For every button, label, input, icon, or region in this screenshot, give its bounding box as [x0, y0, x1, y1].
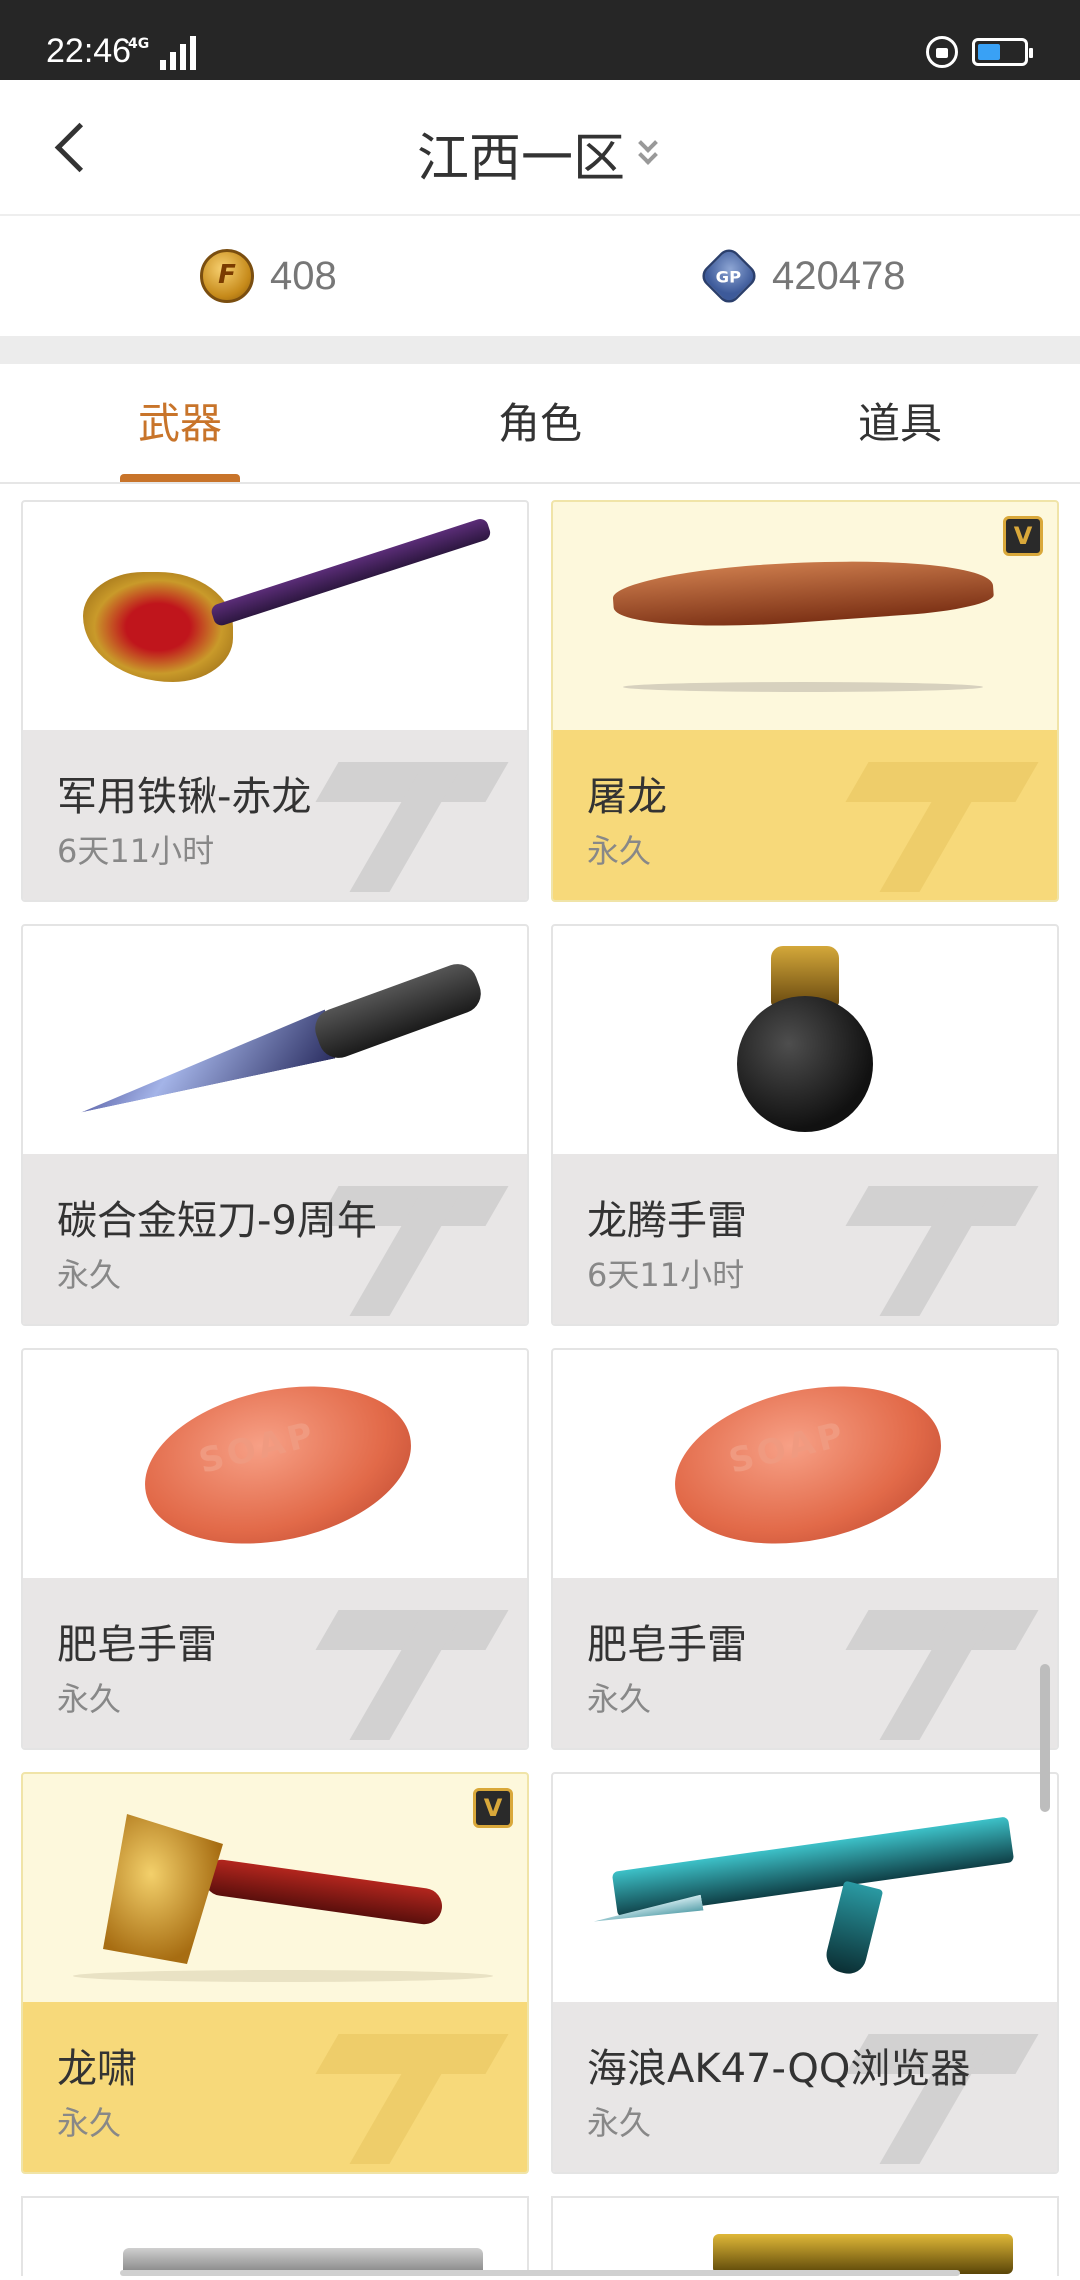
item-card[interactable]: SOAP 肥皂手雷 永久	[21, 1348, 529, 1750]
network-type: 4G	[128, 36, 150, 52]
gp-points-value: 420478	[772, 253, 906, 298]
item-card-partial[interactable]	[551, 2196, 1059, 2276]
nav-bar: 江西一区	[0, 80, 1080, 216]
server-selector[interactable]: 江西一区	[0, 116, 1080, 191]
item-image	[553, 502, 1057, 730]
item-card[interactable]: SOAP 肥皂手雷 永久	[551, 1348, 1059, 1750]
item-name: 龙腾手雷	[587, 1198, 747, 1244]
item-card[interactable]: 龙腾手雷 6天11小时	[551, 924, 1059, 1326]
item-card[interactable]: V 龙啸 永久	[21, 1772, 529, 2174]
scrollbar[interactable]	[1040, 1664, 1050, 1812]
item-image	[23, 926, 527, 1154]
item-image: SOAP	[553, 1350, 1057, 1578]
item-card[interactable]: 军用铁锹-赤龙 6天11小时	[21, 500, 529, 902]
item-image	[23, 1774, 527, 2002]
item-name: 军用铁锹-赤龙	[57, 774, 312, 820]
item-duration: 永久	[57, 1256, 122, 1294]
item-name: 肥皂手雷	[57, 1622, 217, 1668]
rotation-lock-icon	[926, 36, 958, 68]
battery-icon	[972, 38, 1033, 66]
gp-coin-icon	[697, 244, 761, 308]
tab-weapons[interactable]: 武器	[0, 364, 360, 484]
tab-characters[interactable]: 角色	[360, 364, 720, 484]
cf-watermark-icon	[837, 1166, 1057, 1316]
home-indicator	[120, 2270, 960, 2276]
item-name: 屠龙	[587, 774, 667, 820]
cf-watermark-icon	[307, 2014, 527, 2164]
item-card[interactable]: 海浪AK47-QQ浏览器 永久	[551, 1772, 1059, 2174]
item-duration: 6天11小时	[57, 832, 215, 870]
item-card[interactable]: 碳合金短刀-9周年 永久	[21, 924, 529, 1326]
cf-coin-icon	[200, 249, 254, 303]
cf-watermark-icon	[307, 742, 527, 892]
page-title: 江西一区	[416, 129, 625, 189]
category-tabs: 武器 角色 道具	[0, 364, 1080, 484]
item-duration: 永久	[57, 1680, 122, 1718]
status-bar: 22:46 4G	[0, 0, 1080, 80]
cf-watermark-icon	[307, 1590, 527, 1740]
status-time: 22:46	[46, 32, 132, 70]
divider	[0, 336, 1080, 364]
item-card[interactable]: V 屠龙 永久	[551, 500, 1059, 902]
item-image	[553, 1774, 1057, 2002]
item-card-partial[interactable]	[21, 2196, 529, 2276]
item-name: 海浪AK47-QQ浏览器	[587, 2046, 971, 2092]
chevron-down-icon	[635, 132, 663, 174]
item-duration: 永久	[587, 1680, 652, 1718]
vip-badge-icon: V	[473, 1788, 513, 1828]
item-duration: 永久	[57, 2104, 122, 2142]
cf-points: 408	[200, 246, 337, 306]
cf-watermark-icon	[837, 742, 1057, 892]
item-image	[23, 502, 527, 730]
item-image	[553, 926, 1057, 1154]
signal-icon	[160, 36, 200, 70]
item-duration: 6天11小时	[587, 1256, 745, 1294]
item-name: 碳合金短刀-9周年	[57, 1198, 377, 1244]
item-name: 肥皂手雷	[587, 1622, 747, 1668]
active-tab-indicator	[120, 474, 240, 482]
gp-points: 420478	[697, 244, 906, 308]
item-image: SOAP	[23, 1350, 527, 1578]
item-name: 龙啸	[57, 2046, 137, 2092]
cf-points-value: 408	[270, 253, 337, 298]
item-duration: 永久	[587, 832, 652, 870]
vip-badge-icon: V	[1003, 516, 1043, 556]
currency-bar: 408 420478	[0, 216, 1080, 336]
tab-props[interactable]: 道具	[720, 364, 1080, 484]
item-duration: 永久	[587, 2104, 652, 2142]
cf-watermark-icon	[837, 1590, 1057, 1740]
